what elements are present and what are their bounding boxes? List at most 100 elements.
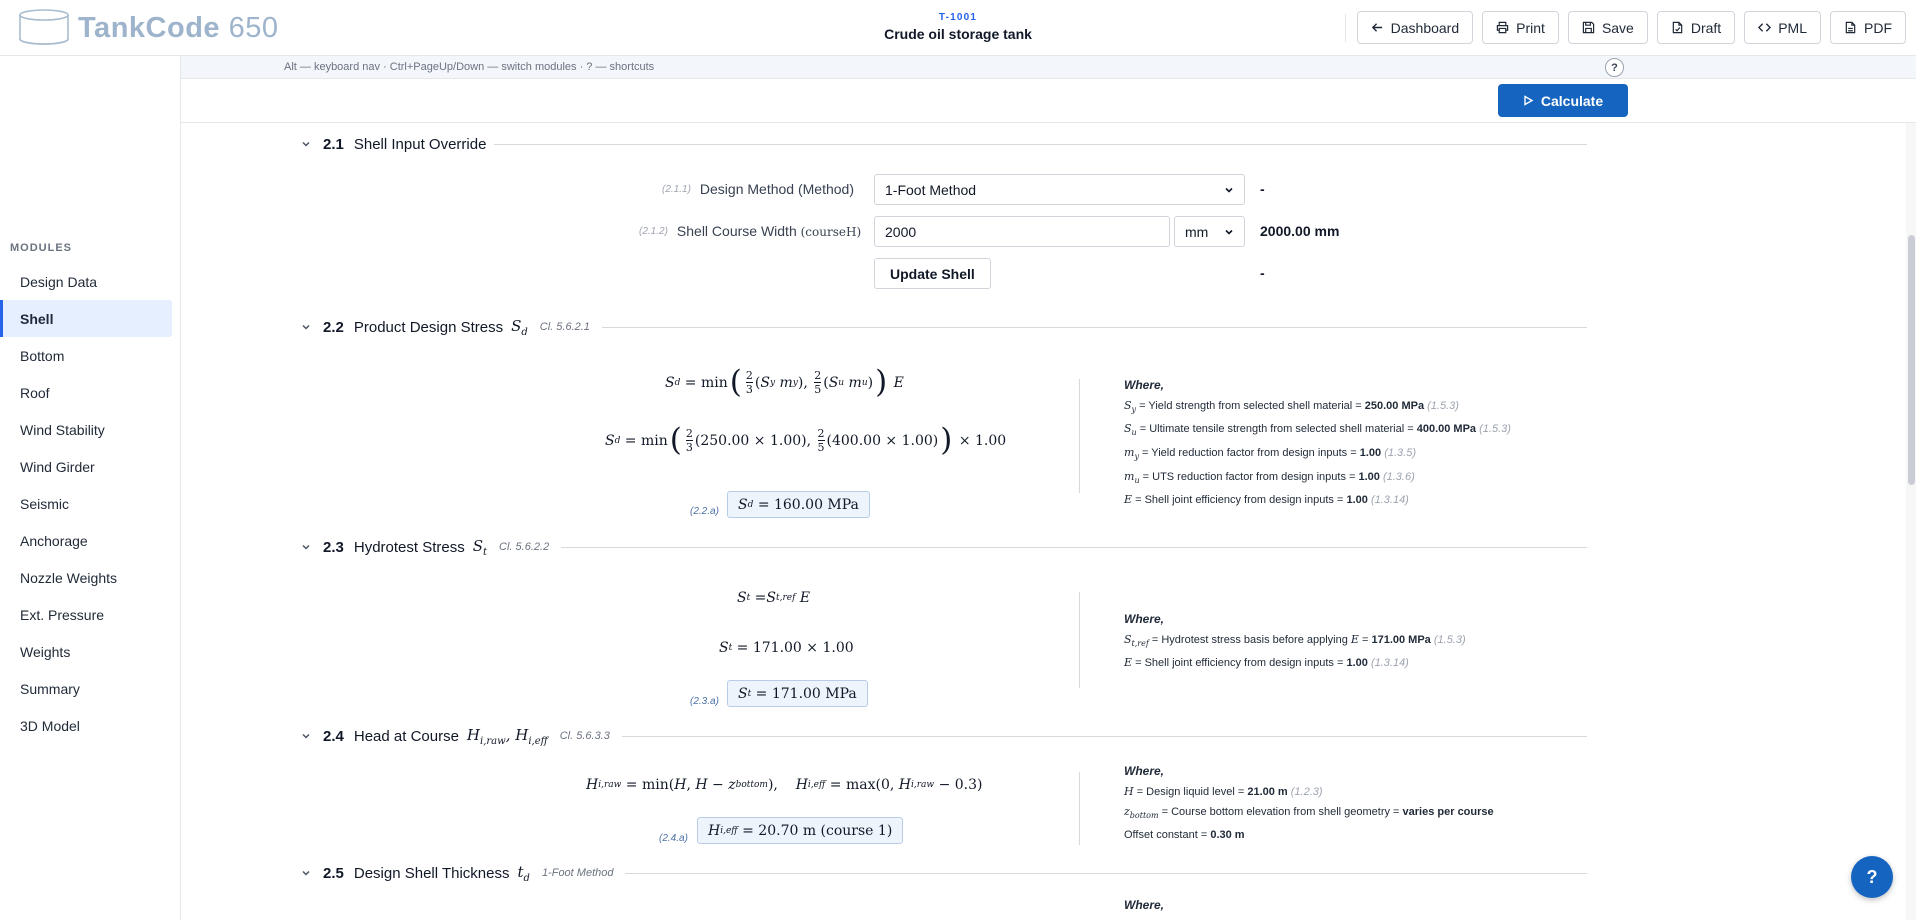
help-fab-button[interactable]: ? xyxy=(1851,856,1893,898)
chevron-down-icon xyxy=(302,141,310,147)
section-title: Head at Course xyxy=(353,727,459,745)
sidebar-item-anchorage[interactable]: Anchorage xyxy=(0,522,172,559)
sidebar-item-bottom[interactable]: Bottom xyxy=(0,337,172,374)
section-number: 2.3 xyxy=(323,538,344,556)
print-button[interactable]: Print xyxy=(1482,11,1559,44)
sd-result-text: = 160.00 MPa xyxy=(757,496,859,513)
where-value: 0.30 m xyxy=(1210,828,1245,841)
st-formula: St = St,ref E xyxy=(737,590,811,606)
where-ref: (1.3.14) xyxy=(1370,494,1409,507)
dashboard-button[interactable]: Dashboard xyxy=(1356,11,1474,44)
section-clause: Cl. 5.6.3.3 xyxy=(559,730,610,742)
head-formula: Hi,raw = min(H, H − z bottom), Hi,eff = m… xyxy=(586,777,983,793)
where-line: zbottom = Course bottom elevation from s… xyxy=(1124,805,1494,821)
sidebar-item-shell[interactable]: Shell xyxy=(0,300,172,337)
save-label: Save xyxy=(1601,19,1634,36)
course-width-label-text: Shell Course Width xyxy=(676,223,801,239)
sidebar-item-roof[interactable]: Roof xyxy=(0,374,172,411)
where-desc: = Yield reduction factor from design inp… xyxy=(1138,446,1360,459)
section-2-2-header[interactable]: 2.2 Product Design Stress Sd Cl. 5.6.2.1 xyxy=(301,316,1587,338)
head-result: Hi,eff = 20.70 m (course 1) xyxy=(697,817,904,844)
chevron-down-icon xyxy=(1225,229,1233,235)
design-method-value: 1-Foot Method xyxy=(885,181,977,198)
course-width-label-row: (2.1.2) Shell Course Width (courseH) xyxy=(639,223,861,239)
sd-substituted: Sd = min(2 3(250.00 × 1.00), 2 5(400.00 × … xyxy=(605,422,1007,458)
course-width-input[interactable]: 2000 xyxy=(874,216,1170,247)
pml-label: PML xyxy=(1778,19,1807,36)
calculate-label: Calculate xyxy=(1540,92,1604,109)
toolbar-divider xyxy=(1344,13,1346,42)
sd-formula: Sd = min(2 3(Sy m y), 2 5(Su m u)) E xyxy=(665,364,904,400)
where-heading: Where, xyxy=(1124,612,1165,626)
where-line: E = Shell joint efficiency from design i… xyxy=(1124,656,1409,670)
sidebar-item-weights[interactable]: Weights xyxy=(0,633,172,670)
section-2-4-header[interactable]: 2.4 Head at Course Hi,raw, Hi,eff Cl. 5.… xyxy=(301,725,1587,747)
draft-button[interactable]: Draft xyxy=(1656,11,1736,44)
code-icon xyxy=(1758,23,1772,32)
where-ref: (1.2.3) xyxy=(1290,785,1323,798)
sidebar-item-seismic[interactable]: Seismic xyxy=(0,485,172,522)
content-scrollbar[interactable] xyxy=(1906,123,1916,920)
modules-sidebar: MODULES Design Data Shell Bottom Roof Wi… xyxy=(0,56,181,920)
where-desc: = Yield strength from selected shell mat… xyxy=(1136,399,1365,412)
section-number: 2.2 xyxy=(323,318,344,336)
where-line: Sy = Yield strength from selected shell … xyxy=(1124,398,1459,414)
update-shell-button[interactable]: Update Shell xyxy=(874,258,991,289)
save-button[interactable]: Save xyxy=(1567,11,1648,44)
where-heading: Where, xyxy=(1124,898,1165,912)
section-2-3-header[interactable]: 2.3 Hydrotest Stress St Cl. 5.6.2.2 xyxy=(301,536,1587,558)
where-divider xyxy=(1079,379,1080,493)
where-ref: (1.5.3) xyxy=(1433,633,1466,646)
section-rule xyxy=(625,872,1587,874)
where-line: E = Shell joint efficiency from design i… xyxy=(1124,493,1409,507)
design-method-label: Design Method (Method) xyxy=(699,181,854,197)
sd-sub-c: × 1.00 xyxy=(958,432,1007,449)
scrollbar-thumb[interactable] xyxy=(1908,235,1915,485)
where-ref: (1.5.3) xyxy=(1479,423,1511,436)
sd-sub-b: 400.00 × 1.00 xyxy=(831,432,933,449)
field-ref: (2.1.1) xyxy=(662,183,691,195)
sidebar-item-summary[interactable]: Summary xyxy=(0,670,172,707)
where-desc: Offset constant = xyxy=(1124,828,1211,841)
pdf-label: PDF xyxy=(1864,19,1892,36)
where-desc: = Shell joint efficiency from design inp… xyxy=(1132,494,1347,507)
course-width-unit-select[interactable]: mm xyxy=(1174,216,1245,247)
design-method-select[interactable]: 1-Foot Method xyxy=(874,174,1245,205)
sidebar-item-ext-pressure[interactable]: Ext. Pressure xyxy=(0,596,172,633)
section-clause: Cl. 5.6.2.1 xyxy=(539,321,590,333)
where-value: 1.00 xyxy=(1346,494,1368,507)
where-ref: (1.3.6) xyxy=(1382,470,1415,483)
section-title: Design Shell Thickness xyxy=(353,864,510,882)
where-line: Offset constant = 0.30 m xyxy=(1124,826,1494,846)
sidebar-item-design-data[interactable]: Design Data xyxy=(0,263,172,300)
sidebar-item-wind-stability[interactable]: Wind Stability xyxy=(0,411,172,448)
sidebar-item-3d-model[interactable]: 3D Model xyxy=(0,707,172,744)
design-method-label-row: (2.1.1) Design Method (Method) xyxy=(662,181,854,197)
calculate-button[interactable]: Calculate xyxy=(1498,84,1628,117)
sidebar-item-wind-girder[interactable]: Wind Girder xyxy=(0,448,172,485)
where-desc: = Course bottom elevation from shell geo… xyxy=(1158,806,1403,818)
section-symbol: td xyxy=(517,862,530,884)
where-ref: (1.5.3) xyxy=(1427,399,1459,412)
section-number: 2.5 xyxy=(323,864,344,882)
result-ref: (2.3.a) xyxy=(690,696,719,707)
calculate-bar: Calculate xyxy=(181,79,1916,123)
section-2-1-header[interactable]: 2.1 Shell Input Override xyxy=(301,133,1587,155)
section-2-5-header[interactable]: 2.5 Design Shell Thickness td 1-Foot Met… xyxy=(301,862,1587,884)
where-ref: (1.3.14) xyxy=(1370,657,1409,670)
section-rule xyxy=(621,735,1587,737)
modules-list: Design Data Shell Bottom Roof Wind Stabi… xyxy=(0,263,181,744)
keyboard-hint-text: Alt — keyboard nav · Ctrl+PageUp/Down — … xyxy=(284,61,655,73)
shortcuts-help-button[interactable]: ? xyxy=(1605,58,1624,77)
where-value: 250.00 MPa xyxy=(1364,399,1425,412)
where-value: 21.00 m xyxy=(1247,785,1288,798)
printer-icon xyxy=(1496,21,1509,34)
floppy-disk-icon xyxy=(1582,21,1595,34)
sidebar-item-nozzle-weights[interactable]: Nozzle Weights xyxy=(0,559,172,596)
main-content: Calculate 2.1 Shell Input Override (2.1.… xyxy=(181,79,1916,920)
pml-button[interactable]: PML xyxy=(1744,11,1821,44)
play-icon xyxy=(1524,95,1534,106)
st-sub-rhs: = 171.00 × 1.00 xyxy=(736,640,854,656)
pdf-button[interactable]: PDF xyxy=(1830,11,1906,44)
where-desc: = Hydrotest stress basis before applying xyxy=(1148,633,1351,646)
